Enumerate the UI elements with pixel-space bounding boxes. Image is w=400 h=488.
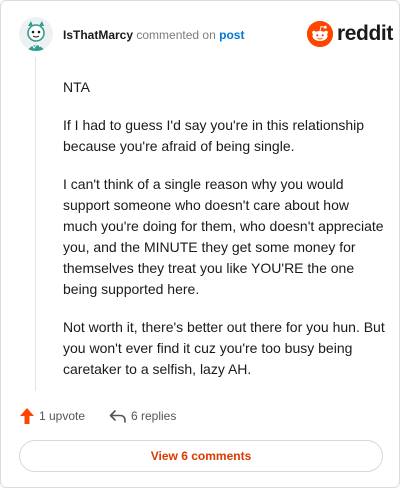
reddit-wordmark: reddit: [337, 22, 393, 45]
username-link[interactable]: IsThatMarcy: [63, 28, 133, 42]
comment-header: IsThatMarcy commented on post reddit: [19, 17, 393, 51]
view-comments-button[interactable]: View 6 comments: [19, 440, 383, 472]
post-link[interactable]: post: [219, 28, 244, 42]
comment-body: NTA If I had to guess I'd say you're in …: [63, 77, 385, 397]
upvote-count: 1 upvote: [39, 409, 86, 423]
avatar-icon[interactable]: [19, 17, 53, 51]
thread-line: [35, 57, 36, 391]
replies-count: 6 replies: [131, 409, 177, 423]
upvote-button[interactable]: 1 upvote: [19, 405, 85, 427]
replies-button[interactable]: 6 replies: [109, 405, 176, 427]
comment-byline: IsThatMarcy commented on post: [63, 27, 244, 43]
comment-paragraph: Not worth it, there's better out there f…: [63, 319, 385, 377]
byline-verb: commented on: [136, 28, 216, 42]
comment-paragraph: NTA: [63, 79, 90, 95]
comment-paragraph: If I had to guess I'd say you're in this…: [63, 117, 365, 154]
comment-card: IsThatMarcy commented on post reddit NTA…: [0, 0, 400, 488]
comment-paragraph: I can't think of a single reason why you…: [63, 176, 384, 297]
reddit-brand[interactable]: reddit: [307, 19, 393, 49]
reddit-logo-icon: [307, 21, 333, 47]
upvote-arrow-icon: [19, 407, 35, 425]
reply-arrow-icon: [109, 408, 127, 424]
comment-actions: 1 upvote 6 replies: [19, 405, 379, 427]
